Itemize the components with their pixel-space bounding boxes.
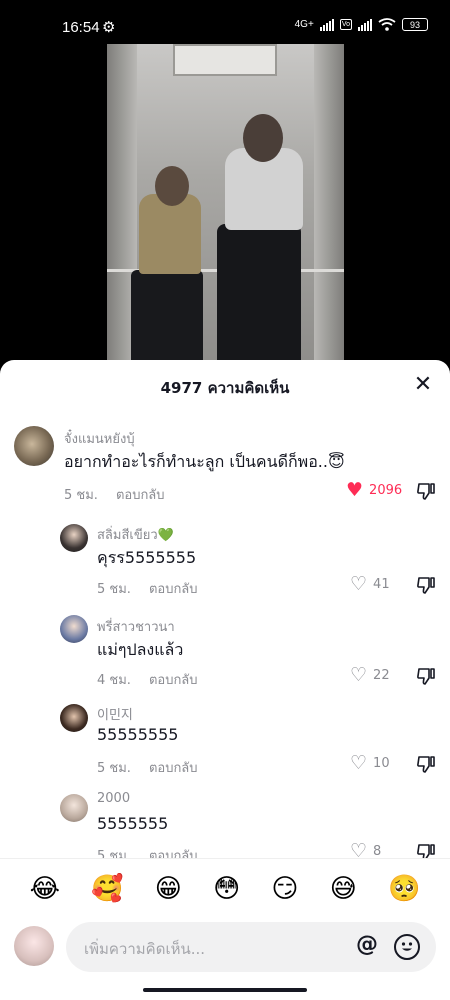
reply-button[interactable]: ตอบกลับ <box>149 761 198 776</box>
comment-time: 4 ชม. <box>97 673 131 688</box>
like-count: 10 <box>373 755 390 771</box>
avatar[interactable] <box>14 426 54 466</box>
like-button[interactable]: ♥ 2096 <box>346 479 403 501</box>
emoji-button[interactable]: 😅 <box>330 874 357 904</box>
dislike-icon[interactable] <box>416 666 436 686</box>
comment-username[interactable]: 2000 <box>97 791 130 806</box>
emoji-button[interactable]: 😂 <box>30 874 60 904</box>
video-player[interactable] <box>107 44 344 374</box>
like-count: 41 <box>373 576 390 592</box>
comment-text: อยากทำอะไรก็ทำนะลูก เป็นคนดีก็พอ..😇 <box>64 452 345 471</box>
emoji-button[interactable]: 🥺 <box>388 874 420 904</box>
emoji-button[interactable]: 😏 <box>271 874 298 904</box>
like-count: 8 <box>373 843 382 859</box>
comment-username[interactable]: พรี่สาวชาวนา <box>97 616 175 637</box>
elevator-light <box>173 44 277 76</box>
heart-icon: ♡ <box>350 752 368 774</box>
heart-icon: ♡ <box>350 664 368 686</box>
comment-meta: 5 ชม. ตอบกลับ <box>97 757 198 778</box>
comment-username[interactable]: สลิ่มสีเขียว💚 <box>97 524 174 545</box>
mention-button[interactable]: @ <box>356 932 378 957</box>
comment-username[interactable]: จั๋งแมนหยังบุ้ <box>64 428 135 449</box>
avatar[interactable] <box>14 926 54 966</box>
dancer-right <box>217 224 301 374</box>
emoji-quick-bar: 😂 🥰 😁 😳 😏 😅 🥺 <box>0 858 450 918</box>
signal-icon <box>319 18 334 31</box>
gear-icon: ⚙ <box>102 18 116 36</box>
comment-meta: 5 ชม. ตอบกลับ <box>97 578 198 599</box>
heart-icon: ♥ <box>346 479 364 501</box>
reply-button[interactable]: ตอบกลับ <box>149 673 198 688</box>
dancer-left <box>131 270 203 374</box>
reply-button[interactable]: ตอบกลับ <box>149 582 198 597</box>
close-icon[interactable]: ✕ <box>410 372 436 398</box>
signal-icon-2 <box>358 18 372 31</box>
emoji-picker-icon[interactable] <box>394 934 420 960</box>
reply-button[interactable]: ตอบกลับ <box>116 488 165 503</box>
comment-text: คุรร5555555 <box>97 548 197 567</box>
comment-time: 5 ชม. <box>97 582 131 597</box>
dislike-icon[interactable] <box>416 754 436 774</box>
status-time: 16:54 <box>62 19 100 36</box>
avatar[interactable] <box>60 704 88 732</box>
avatar[interactable] <box>60 794 88 822</box>
comment-username[interactable]: 이민지 <box>97 704 133 723</box>
comment-text: แม่ๆปลงแล้ว <box>97 640 184 659</box>
emoji-button[interactable]: 🥰 <box>91 874 123 904</box>
avatar[interactable] <box>60 524 88 552</box>
heart-icon: ♡ <box>350 573 368 595</box>
comment-time: 5 ชม. <box>64 488 98 503</box>
comment-text: 5555555 <box>97 814 169 833</box>
avatar[interactable] <box>60 615 88 643</box>
like-button[interactable]: ♡ 22 <box>350 664 390 686</box>
like-count: 2096 <box>369 482 403 498</box>
comment-meta: 4 ชม. ตอบกลับ <box>97 669 198 690</box>
volte-badge: Vo <box>339 19 352 30</box>
network-type: 4G+ <box>294 19 314 30</box>
comments-count-title: 4977 ความคิดเห็น <box>160 379 290 397</box>
comment-input-placeholder: เพิ่มความคิดเห็น... <box>84 940 206 958</box>
status-icons: 4G+ Vo 93 <box>295 18 428 31</box>
emoji-button[interactable]: 😁 <box>155 874 182 904</box>
comment-time: 5 ชม. <box>97 761 131 776</box>
like-button[interactable]: ♡ 41 <box>350 573 390 595</box>
comment-text: 55555555 <box>97 725 179 744</box>
dislike-icon[interactable] <box>416 481 436 501</box>
dislike-icon[interactable] <box>416 575 436 595</box>
comment-input[interactable]: เพิ่มความคิดเห็น... @ <box>66 922 436 972</box>
like-count: 22 <box>373 667 390 683</box>
battery-indicator: 93 <box>402 18 428 31</box>
wifi-icon <box>378 18 396 31</box>
emoji-button[interactable]: 😳 <box>213 874 240 904</box>
like-button[interactable]: ♡ 10 <box>350 752 390 774</box>
comment-meta: 5 ชม. ตอบกลับ <box>64 484 165 505</box>
home-indicator[interactable] <box>143 988 307 992</box>
